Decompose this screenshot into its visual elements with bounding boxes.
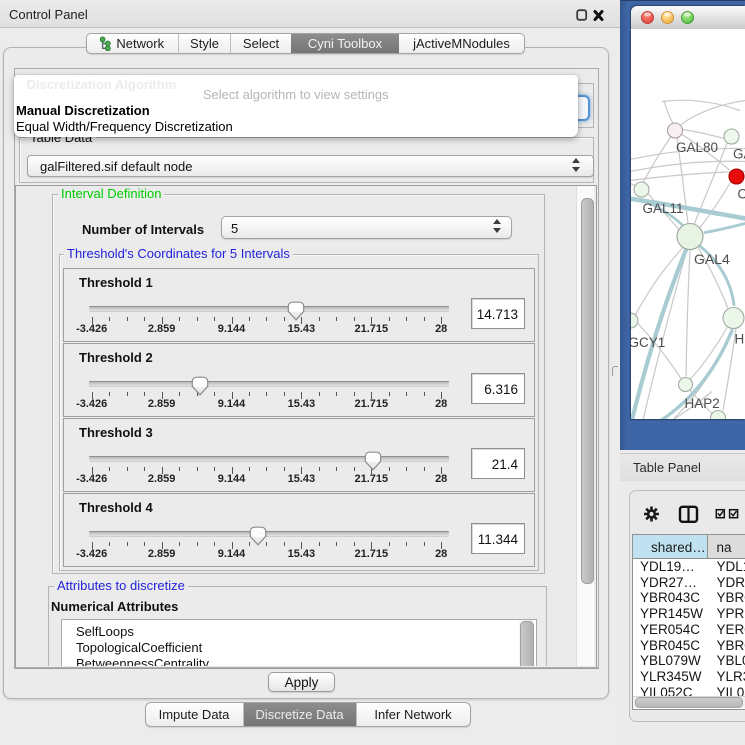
svg-text:GAL80: GAL80 <box>676 140 718 155</box>
svg-text:GCY1: GCY1 <box>631 335 665 350</box>
svg-text:H: H <box>735 331 745 346</box>
svg-text:C: C <box>738 186 745 201</box>
svg-text:GA: GA <box>733 146 745 161</box>
svg-text:GAL4: GAL4 <box>694 251 730 267</box>
svg-text:HAP2: HAP2 <box>685 396 720 411</box>
svg-text:GAL11: GAL11 <box>643 201 684 216</box>
